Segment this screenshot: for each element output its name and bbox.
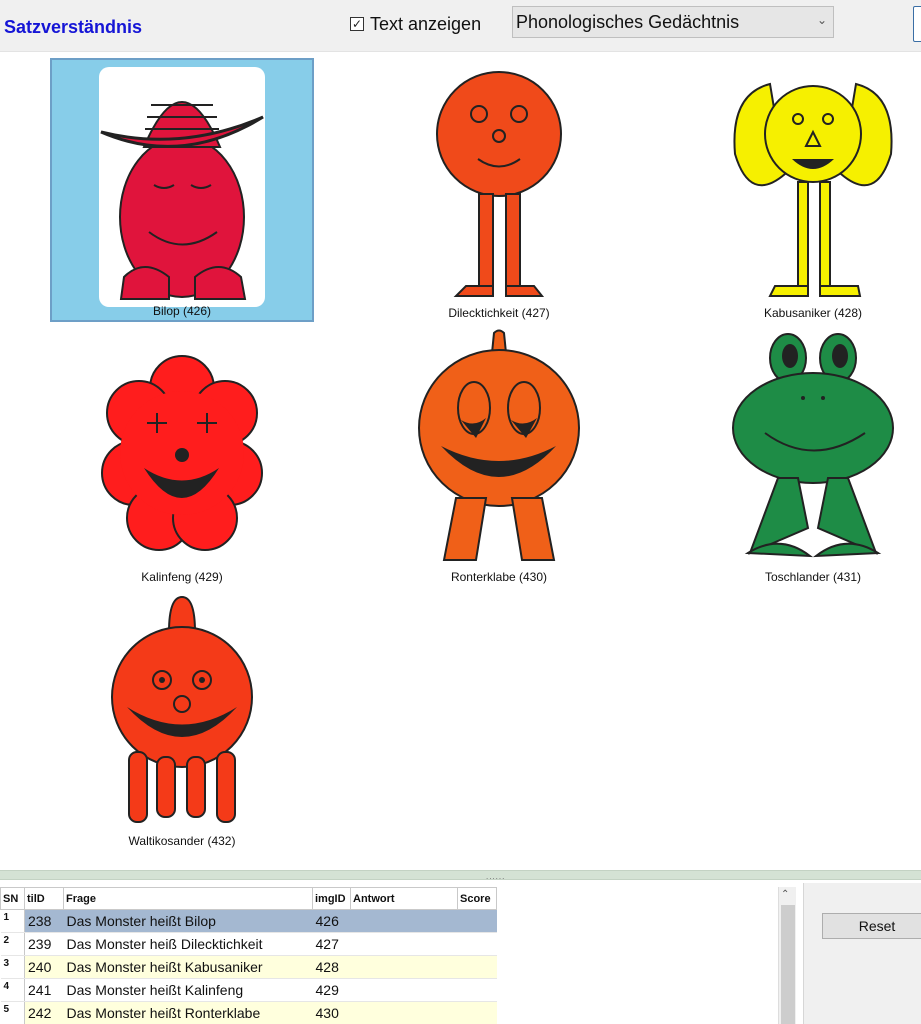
show-text-label: Text anzeigen <box>370 13 482 34</box>
gallery-item-label: Waltikosander (432) <box>128 834 236 848</box>
row-number: 3 <box>0 955 25 979</box>
checkbox-check-icon[interactable]: ✓ <box>350 17 364 31</box>
table-header-row: SN tilD Frage imgID Antwort Score <box>0 887 497 910</box>
cell-frage[interactable]: Das Monster heiß Dilecktichkeit <box>63 932 313 956</box>
toschlander-image <box>730 328 896 568</box>
gallery-item-kalinfeng[interactable]: Kalinfeng (429) <box>50 322 314 586</box>
cell-antwort[interactable] <box>350 955 458 979</box>
gallery-item-label: Ronterklabe (430) <box>450 570 548 584</box>
column-header-antwort[interactable]: Antwort <box>350 887 458 910</box>
table-row[interactable]: 2 239 Das Monster heiß Dilecktichkeit 42… <box>0 932 497 956</box>
panel-splitter[interactable]: ...... <box>0 870 921 881</box>
column-header-imgid[interactable]: imgID <box>312 887 351 910</box>
table-row[interactable]: 5 242 Das Monster heißt Ronterklabe 430 <box>0 1001 497 1024</box>
column-header-score[interactable]: Score <box>457 887 497 910</box>
scrollbar-thumb[interactable] <box>781 905 795 1024</box>
cell-frage[interactable]: Das Monster heißt Kabusaniker <box>63 955 313 979</box>
page-title: Satzverständnis <box>4 17 143 37</box>
cell-antwort[interactable] <box>350 1001 458 1024</box>
row-number: 2 <box>0 932 25 956</box>
chevron-down-icon: ⌄ <box>816 13 827 27</box>
gallery-item-label: Bilop (426) <box>152 304 212 318</box>
cell-frage[interactable]: Das Monster heißt Bilop <box>63 909 313 933</box>
mode-select[interactable]: Phonologisches Gedächtnis ⌄ <box>512 6 834 38</box>
gallery-item-label: Dilecktichkeit (427) <box>448 306 550 320</box>
row-number: 1 <box>0 909 25 933</box>
gallery-item-label: Toschlander (431) <box>764 570 862 584</box>
kabusaniker-image <box>730 64 896 304</box>
cell-frage[interactable]: Das Monster heißt Ronterklabe <box>63 1001 313 1024</box>
side-panel: Reset <box>803 883 921 1024</box>
cell-score[interactable] <box>457 932 497 956</box>
gallery-item-label: Kalinfeng (429) <box>141 570 223 584</box>
column-header-tilid[interactable]: tilD <box>24 887 64 910</box>
corner-button[interactable] <box>913 6 921 42</box>
dilecktichkeit-image <box>416 64 582 304</box>
table-row[interactable]: 1 238 Das Monster heißt Bilop 426 <box>0 909 497 933</box>
mode-select-value: Phonologisches Gedächtnis <box>516 12 740 32</box>
cell-tilid[interactable]: 238 <box>24 909 64 933</box>
reset-button[interactable]: Reset <box>822 913 921 939</box>
gallery-item-toschlander[interactable]: Toschlander (431) <box>681 322 921 586</box>
gallery-item-kabusaniker[interactable]: Kabusaniker (428) <box>681 58 921 322</box>
gallery-item-dilecktichkeit[interactable]: Dilecktichkeit (427) <box>367 58 631 322</box>
kalinfeng-image <box>99 328 265 568</box>
gallery-item-ronterklabe[interactable]: Ronterklabe (430) <box>367 322 631 586</box>
table-row[interactable]: 3 240 Das Monster heißt Kabusaniker 428 <box>0 955 497 979</box>
row-number: 5 <box>0 1001 25 1024</box>
cell-score[interactable] <box>457 978 497 1002</box>
cell-imgid[interactable]: 429 <box>312 978 351 1002</box>
app-window: Satzverständnis ✓ Text anzeigen Phonolog… <box>0 0 921 1024</box>
cell-imgid[interactable]: 430 <box>312 1001 351 1024</box>
cell-antwort[interactable] <box>350 978 458 1002</box>
cell-imgid[interactable]: 428 <box>312 955 351 979</box>
bilop-image <box>99 67 265 307</box>
table-scrollbar[interactable]: ⌃ <box>778 887 796 1024</box>
column-header-frage[interactable]: Frage <box>63 887 313 910</box>
cell-imgid[interactable]: 426 <box>312 909 351 933</box>
ronterklabe-image <box>416 328 582 568</box>
cell-antwort[interactable] <box>350 932 458 956</box>
cell-tilid[interactable]: 240 <box>24 955 64 979</box>
chevron-up-icon[interactable]: ⌃ <box>781 889 789 900</box>
cell-tilid[interactable]: 242 <box>24 1001 64 1024</box>
cell-tilid[interactable]: 241 <box>24 978 64 1002</box>
cell-score[interactable] <box>457 1001 497 1024</box>
gallery-item-bilop[interactable]: Bilop (426) <box>50 58 314 322</box>
bottom-panel: SN tilD Frage imgID Antwort Score 1 238 … <box>0 880 921 1024</box>
image-gallery: Bilop (426) Dilecktichkeit (427) Kabusan… <box>0 53 921 870</box>
waltikosander-image <box>99 592 265 832</box>
row-number: 4 <box>0 978 25 1002</box>
cell-imgid[interactable]: 427 <box>312 932 351 956</box>
gallery-item-waltikosander[interactable]: Waltikosander (432) <box>50 586 314 850</box>
cell-frage[interactable]: Das Monster heißt Kalinfeng <box>63 978 313 1002</box>
show-text-checkbox[interactable]: ✓ Text anzeigen <box>350 13 481 35</box>
column-header-sn[interactable]: SN <box>0 887 25 910</box>
cell-score[interactable] <box>457 909 497 933</box>
toolbar: Satzverständnis ✓ Text anzeigen Phonolog… <box>0 0 921 52</box>
gallery-item-label: Kabusaniker (428) <box>763 306 863 320</box>
cell-antwort[interactable] <box>350 909 458 933</box>
questions-table: SN tilD Frage imgID Antwort Score 1 238 … <box>0 887 497 1024</box>
cell-score[interactable] <box>457 955 497 979</box>
table-row[interactable]: 4 241 Das Monster heißt Kalinfeng 429 <box>0 978 497 1002</box>
cell-tilid[interactable]: 239 <box>24 932 64 956</box>
